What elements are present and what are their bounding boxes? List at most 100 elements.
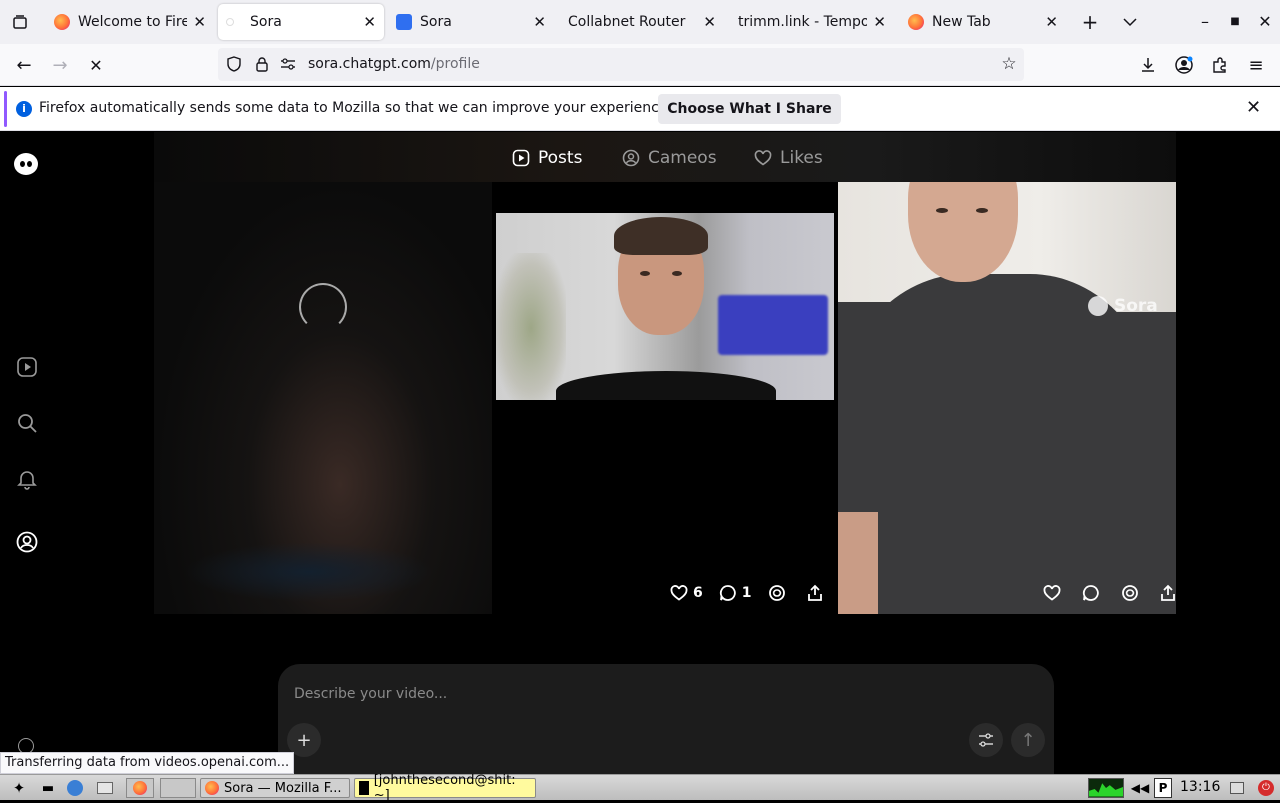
firefox-icon	[54, 14, 70, 30]
start-menu-icon[interactable]: ✦	[6, 778, 32, 798]
video-thumbnail-person	[908, 182, 1018, 282]
account-icon[interactable]	[1174, 55, 1194, 75]
bookmark-star-icon[interactable]: ☆	[1000, 54, 1018, 74]
submit-arrow-up-icon[interactable]: ↑	[1011, 723, 1045, 757]
tab-trimm[interactable]: trimm.link - Temporary ✕	[728, 4, 894, 40]
taskbar-firefox-window[interactable]: Sora — Mozilla F...	[200, 778, 350, 798]
window-close-icon[interactable]: ✕	[1256, 12, 1274, 31]
info-icon: i	[16, 101, 32, 117]
prompt-input[interactable]: Describe your video...	[294, 686, 447, 702]
like-count: 6	[693, 585, 703, 601]
post-card-video-2[interactable]: Sora	[838, 182, 1176, 614]
tab-cameos[interactable]: Cameos	[622, 148, 717, 168]
firefox-icon	[205, 781, 219, 795]
lock-icon[interactable]	[254, 56, 270, 72]
stop-loading-icon[interactable]: ✕	[86, 55, 106, 75]
sora-icon	[396, 14, 412, 30]
settings-sliders-icon[interactable]	[969, 723, 1003, 757]
video-thumbnail-shirt	[556, 371, 776, 400]
taskbar-terminal-window[interactable]: [johnthesecond@shit: ~]	[354, 773, 536, 803]
tab-overview-icon[interactable]	[10, 12, 30, 32]
share-icon	[1161, 584, 1175, 601]
sora-logo-icon[interactable]	[14, 153, 38, 175]
network-icon[interactable]	[1228, 778, 1246, 798]
tab-label: Likes	[780, 148, 823, 168]
close-icon[interactable]: ✕	[1045, 13, 1058, 31]
tab-sora-active[interactable]: Sora ✕	[218, 4, 384, 40]
tab-title: New Tab	[932, 14, 991, 30]
video-prompt-composer: Describe your video... + ↑	[278, 664, 1054, 774]
url-bar[interactable]: sora.chatgpt.com/profile ☆	[218, 48, 1024, 81]
task-label: Sora — Mozilla F...	[224, 780, 342, 796]
permissions-icon[interactable]	[280, 56, 296, 72]
heart-icon	[754, 150, 772, 166]
post-card-video[interactable]	[496, 213, 834, 400]
volume-icon[interactable]: ◀◀	[1128, 778, 1152, 798]
video-thumbnail-screen	[718, 295, 828, 355]
share-icon	[807, 584, 822, 601]
remix-icon	[1122, 585, 1138, 601]
play-square-icon	[512, 149, 530, 167]
downloads-icon[interactable]	[1138, 55, 1158, 75]
like-button[interactable]	[1043, 585, 1066, 601]
shield-icon[interactable]	[226, 56, 242, 72]
pager-icon[interactable]: P	[1154, 778, 1172, 798]
terminal-icon	[359, 781, 369, 795]
comment-button[interactable]	[1082, 584, 1105, 602]
close-icon[interactable]: ✕	[1246, 97, 1261, 118]
close-icon[interactable]: ✕	[193, 13, 206, 31]
bell-icon[interactable]	[16, 468, 38, 490]
post-actions: 6 1	[670, 584, 844, 602]
hamburger-menu-icon[interactable]: ≡	[1246, 55, 1266, 76]
remix-button[interactable]	[768, 584, 791, 602]
tab-welcome[interactable]: Welcome to Firefox ✕	[46, 4, 214, 40]
play-icon[interactable]	[16, 356, 38, 378]
tab-label: Cameos	[648, 148, 717, 168]
remix-button[interactable]	[1121, 584, 1144, 602]
choose-what-i-share-button[interactable]: Choose What I Share	[658, 94, 841, 124]
like-button[interactable]: 6	[670, 585, 703, 601]
show-desktop-icon[interactable]: ▬	[38, 778, 58, 798]
close-icon[interactable]: ✕	[533, 13, 546, 31]
search-icon[interactable]	[16, 412, 38, 434]
back-arrow-icon[interactable]: ←	[14, 55, 34, 76]
clock[interactable]: 13:16	[1180, 779, 1220, 795]
tab-posts[interactable]: Posts	[512, 148, 582, 168]
sora-logo-icon	[1088, 296, 1108, 316]
file-manager-icon[interactable]	[94, 778, 116, 798]
loading-spinner-icon	[299, 283, 347, 331]
firefox-launcher-icon[interactable]	[126, 778, 154, 798]
new-tab-plus-icon[interactable]: +	[1080, 10, 1100, 34]
close-icon[interactable]: ✕	[363, 13, 376, 31]
forward-arrow-icon[interactable]: →	[50, 55, 70, 76]
power-icon[interactable]: ⏻	[1256, 778, 1276, 798]
url-host: sora.chatgpt.com	[308, 56, 431, 72]
minimize-icon[interactable]: –	[1196, 12, 1214, 31]
tab-title: Welcome to Firefox	[78, 14, 188, 30]
empty-launcher-slot[interactable]	[160, 778, 196, 798]
extensions-puzzle-icon[interactable]	[1210, 55, 1230, 75]
video-thumbnail-blur	[184, 542, 434, 602]
close-icon[interactable]: ✕	[873, 13, 886, 31]
maximize-icon[interactable]: ■	[1226, 12, 1244, 30]
tab-sora[interactable]: Sora ✕	[388, 4, 554, 40]
comment-button[interactable]: 1	[719, 584, 752, 602]
url-text[interactable]: sora.chatgpt.com/profile	[308, 56, 480, 72]
list-all-tabs-chevron-icon[interactable]	[1120, 11, 1140, 33]
task-label: [johnthesecond@shit: ~]	[373, 773, 516, 803]
heart-icon	[670, 585, 688, 601]
post-card-loading[interactable]	[154, 182, 492, 614]
profile-icon[interactable]	[16, 531, 38, 553]
cpu-graph-icon	[1088, 778, 1124, 798]
close-icon[interactable]: ✕	[703, 13, 716, 31]
tab-title: Sora	[420, 14, 452, 30]
video-thumbnail-background	[496, 253, 566, 400]
web-browser-launcher-icon[interactable]	[64, 778, 86, 798]
tab-collabnet[interactable]: Collabnet Router ✕	[558, 4, 724, 40]
share-button[interactable]	[807, 584, 828, 602]
share-button[interactable]	[1160, 584, 1181, 602]
tab-likes[interactable]: Likes	[754, 148, 823, 168]
sora-profile-page: Posts Cameos Likes 6 1 Sora Describe you…	[0, 132, 1280, 774]
tab-new[interactable]: New Tab ✕	[900, 4, 1066, 40]
comment-bubble-icon	[719, 585, 736, 601]
